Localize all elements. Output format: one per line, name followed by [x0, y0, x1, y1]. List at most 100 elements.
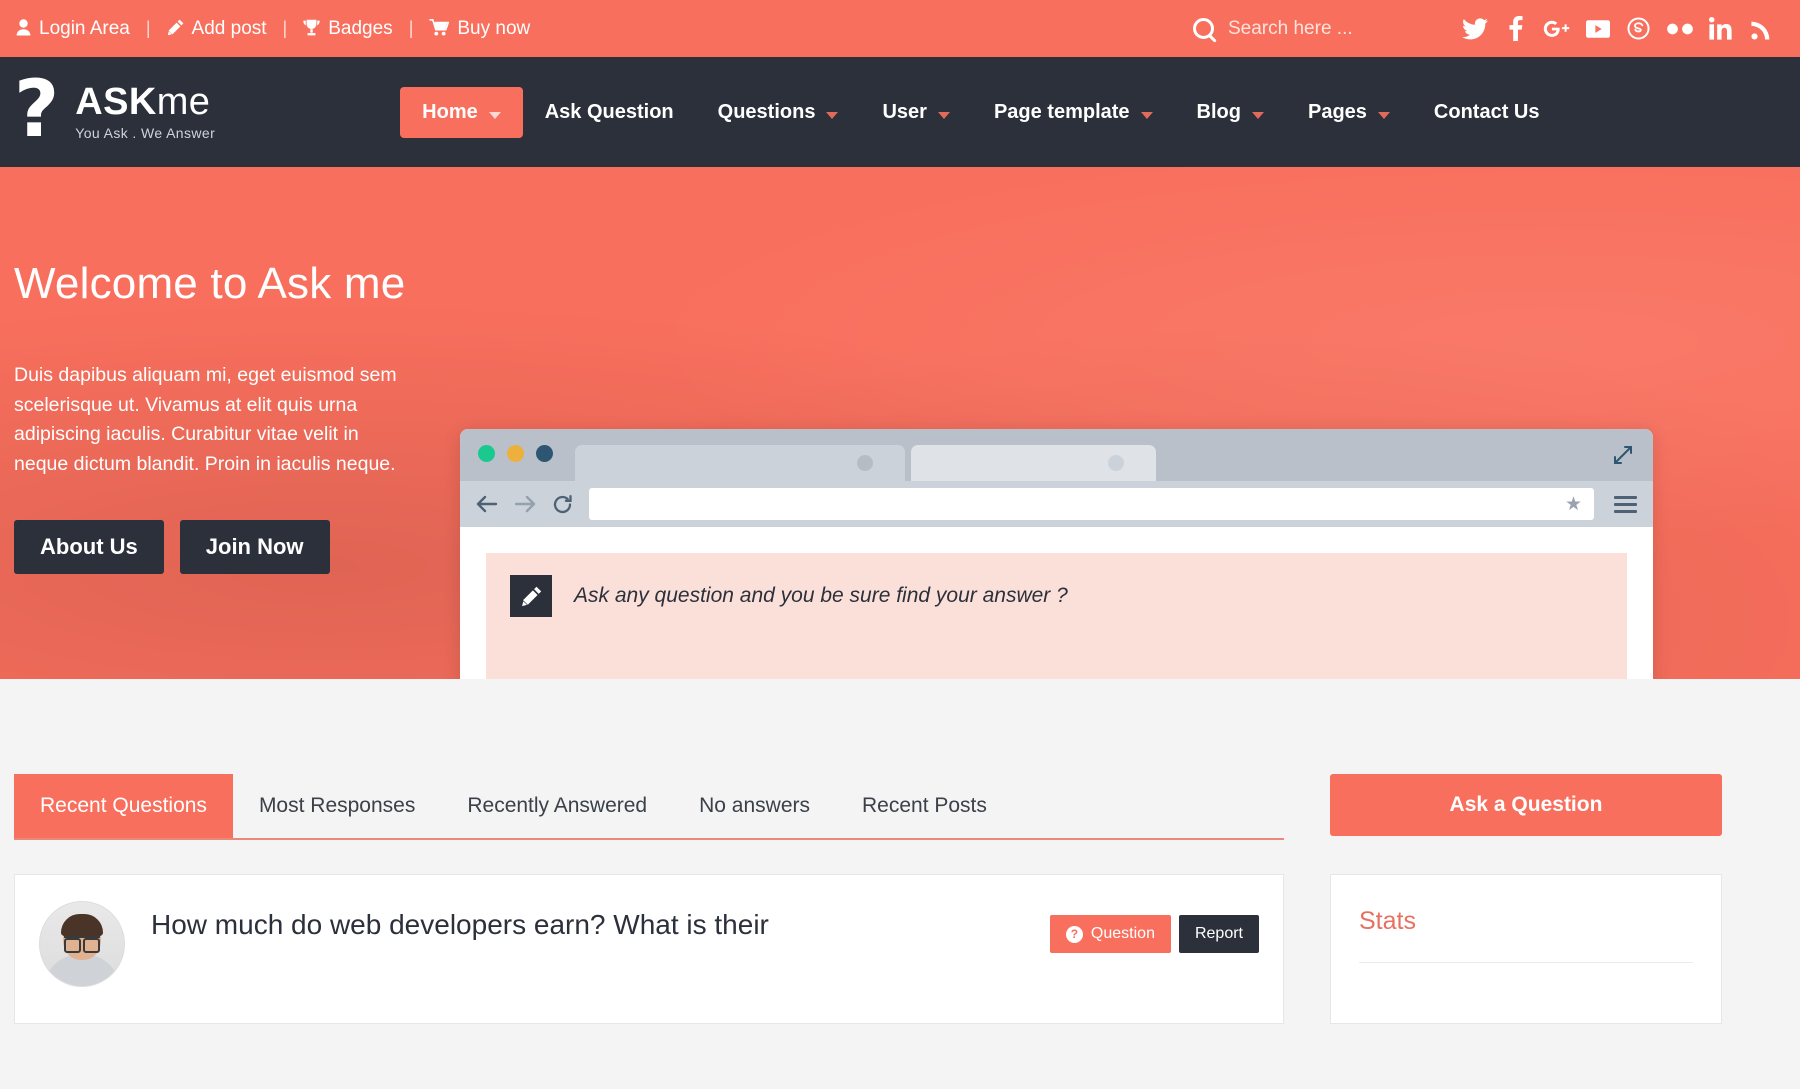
question-actions: ? Question Report — [1050, 901, 1259, 953]
search-icon[interactable] — [1193, 18, 1214, 39]
browser-tab-2[interactable] — [911, 445, 1156, 481]
logo-title-bold: ASK — [75, 81, 156, 123]
browser-titlebar — [460, 429, 1653, 481]
question-mark-icon: ? — [1066, 926, 1083, 943]
question-title[interactable]: How much do web developers earn? What is… — [151, 907, 1024, 943]
logo-text: ASKme You Ask . We Answer — [75, 83, 215, 141]
ask-a-question-button[interactable]: Ask a Question — [1330, 774, 1722, 836]
stats-title: Stats — [1359, 907, 1693, 936]
separator: | — [269, 18, 302, 39]
browser-viewport: Ask any question and you be sure find yo… — [460, 527, 1653, 679]
nav-item-page-template[interactable]: Page template — [972, 87, 1175, 138]
pencil-icon[interactable] — [510, 575, 552, 617]
tab-most-responses[interactable]: Most Responses — [233, 774, 441, 838]
sidebar: Ask a Question Stats — [1330, 774, 1722, 1089]
top-link-buy-now[interactable]: Buy now — [427, 18, 532, 40]
logo-title: ASKme — [75, 83, 215, 123]
tab-recent-questions[interactable]: Recent Questions — [14, 774, 233, 838]
question-tabs: Recent Questions Most Responses Recently… — [14, 774, 1284, 840]
rss-icon[interactable] — [1741, 9, 1782, 49]
expand-icon[interactable] — [1611, 443, 1635, 472]
browser-address-bar: ★ — [460, 481, 1653, 527]
hamburger-menu-icon[interactable] — [1614, 496, 1637, 513]
top-link-label: Add post — [192, 18, 267, 40]
about-us-button[interactable]: About Us — [14, 520, 164, 574]
chevron-down-icon — [1252, 112, 1264, 119]
window-close-dot-icon[interactable] — [478, 445, 495, 462]
browser-url-field[interactable]: ★ — [589, 488, 1594, 520]
back-arrow-icon[interactable] — [476, 495, 498, 513]
youtube-icon[interactable] — [1577, 9, 1618, 49]
facebook-icon[interactable] — [1495, 9, 1536, 49]
nav-item-blog[interactable]: Blog — [1175, 87, 1286, 138]
nav-item-label: Contact Us — [1434, 101, 1540, 124]
nav-item-home[interactable]: Home — [400, 87, 523, 138]
nav-item-label: Home — [422, 101, 478, 124]
hero-buttons: About Us Join Now — [14, 520, 434, 574]
nav-item-label: Pages — [1308, 101, 1367, 124]
twitter-icon[interactable] — [1454, 9, 1495, 49]
top-bar-links: Login Area | Add post | Badges | Buy now — [14, 18, 532, 40]
question-list-item[interactable]: How much do web developers earn? What is… — [14, 874, 1284, 1024]
nav-item-questions[interactable]: Questions — [696, 87, 861, 138]
top-bar: Login Area | Add post | Badges | Buy now — [0, 0, 1800, 57]
tab-recently-answered[interactable]: Recently Answered — [441, 774, 673, 838]
tab-recent-posts[interactable]: Recent Posts — [836, 774, 1013, 838]
trophy-icon — [303, 19, 320, 39]
question-badge[interactable]: ? Question — [1050, 915, 1171, 953]
report-button[interactable]: Report — [1179, 915, 1259, 953]
top-bar-right — [1193, 9, 1782, 49]
bookmark-star-icon[interactable]: ★ — [1565, 493, 1582, 516]
nav-item-label: Ask Question — [545, 101, 674, 124]
hero-description: Duis dapibus aliquam mi, eget euismod se… — [14, 361, 414, 480]
top-link-label: Buy now — [457, 18, 530, 40]
divider — [1359, 962, 1693, 963]
top-link-badges[interactable]: Badges — [301, 18, 394, 40]
forward-arrow-icon[interactable] — [514, 495, 536, 513]
browser-mockup: ★ Ask any question and you be sure find … — [460, 429, 1653, 679]
nav-item-label: User — [882, 101, 926, 124]
content-area: Recent Questions Most Responses Recently… — [0, 679, 1800, 1089]
flickr-icon[interactable] — [1659, 9, 1700, 49]
logo-title-thin: me — [157, 81, 211, 123]
chevron-down-icon — [938, 112, 950, 119]
pencil-icon — [167, 19, 184, 39]
main-column: Recent Questions Most Responses Recently… — [14, 774, 1284, 1089]
nav-item-ask-question[interactable]: Ask Question — [523, 87, 696, 138]
chevron-down-icon — [826, 112, 838, 119]
avatar — [39, 901, 125, 987]
logo-tagline: You Ask . We Answer — [75, 125, 215, 141]
top-link-add-post[interactable]: Add post — [165, 18, 269, 40]
nav-item-user[interactable]: User — [860, 87, 971, 138]
skype-icon[interactable] — [1618, 9, 1659, 49]
avatar-hair — [61, 914, 103, 936]
google-plus-icon[interactable] — [1536, 9, 1577, 49]
browser-window-controls — [478, 445, 553, 462]
linkedin-icon[interactable] — [1700, 9, 1741, 49]
tab-favicon-icon — [1108, 455, 1124, 471]
nav-item-contact-us[interactable]: Contact Us — [1412, 87, 1562, 138]
separator: | — [395, 18, 428, 39]
window-minimize-dot-icon[interactable] — [507, 445, 524, 462]
ask-question-input-row[interactable]: Ask any question and you be sure find yo… — [510, 575, 1603, 617]
nav-item-label: Blog — [1197, 101, 1241, 124]
tab-no-answers[interactable]: No answers — [673, 774, 836, 838]
question-body: How much do web developers earn? What is… — [151, 901, 1024, 943]
reload-icon[interactable] — [552, 494, 573, 515]
top-link-login-area[interactable]: Login Area — [14, 18, 132, 40]
hero-title: Welcome to Ask me — [14, 259, 434, 309]
site-logo[interactable]: ? ASKme You Ask . We Answer — [14, 82, 215, 143]
user-icon — [16, 19, 31, 39]
browser-tab-1[interactable] — [575, 445, 905, 481]
main-navigation-bar: ? ASKme You Ask . We Answer Home Ask Que… — [0, 57, 1800, 167]
search-area[interactable] — [1193, 18, 1418, 40]
nav-item-pages[interactable]: Pages — [1286, 87, 1412, 138]
nav-menu: Home Ask Question Questions User Page te… — [400, 87, 1561, 138]
search-input[interactable] — [1228, 18, 1418, 40]
ask-question-placeholder: Ask any question and you be sure find yo… — [574, 584, 1068, 608]
join-now-button[interactable]: Join Now — [180, 520, 330, 574]
question-badge-label: Question — [1091, 925, 1155, 943]
separator: | — [132, 18, 165, 39]
window-maximize-dot-icon[interactable] — [536, 445, 553, 462]
ask-question-box: Ask any question and you be sure find yo… — [486, 553, 1627, 679]
